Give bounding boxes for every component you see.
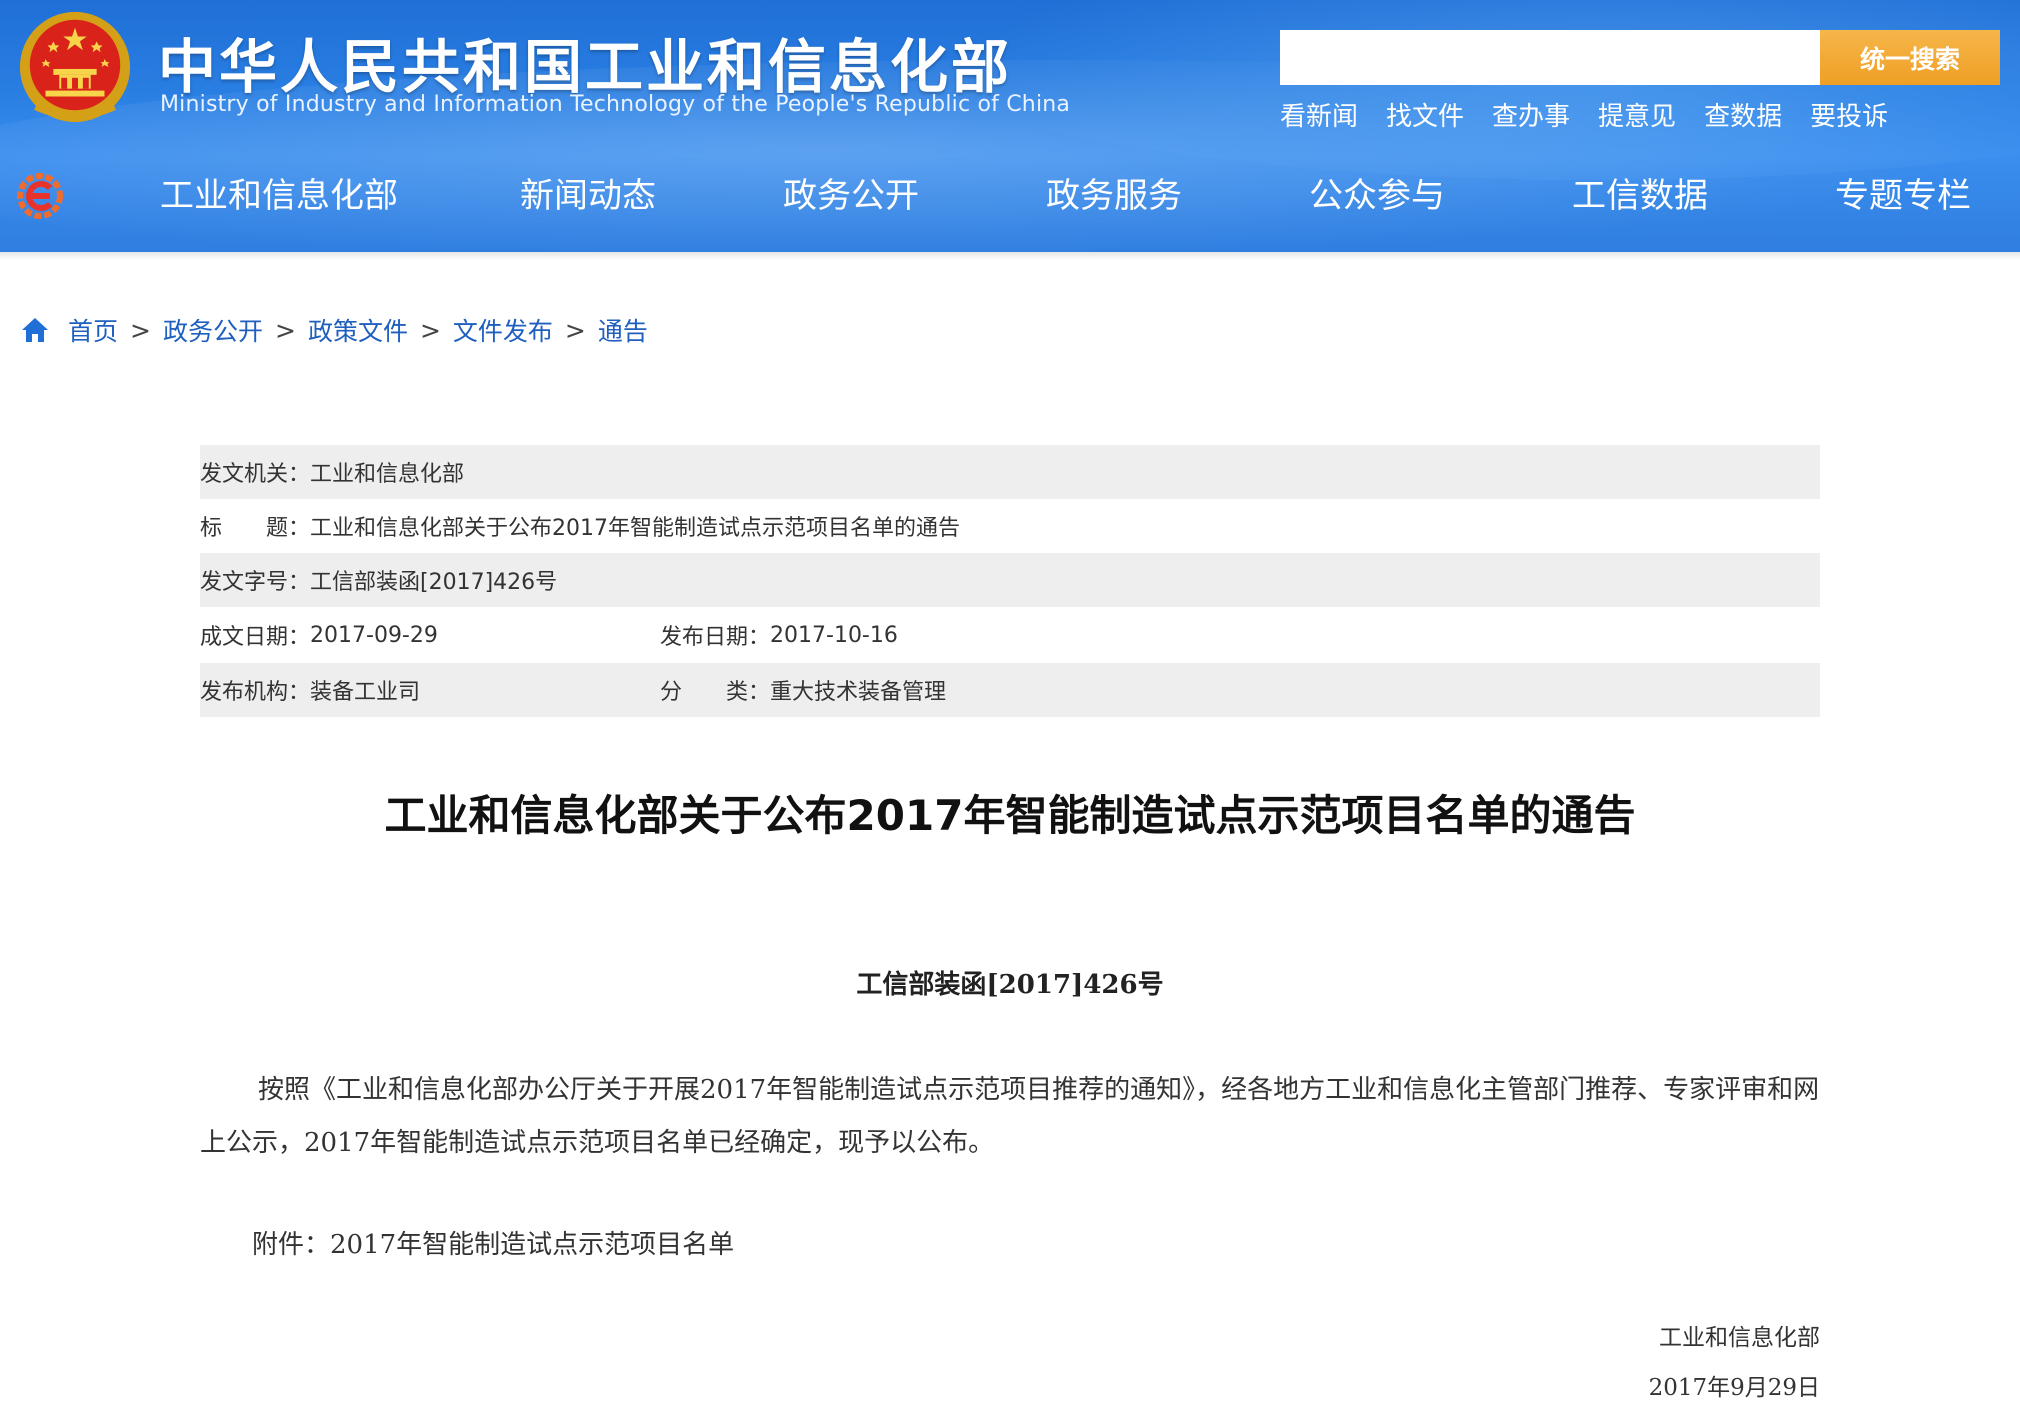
info-row-doc-number: 发文字号： 工信部装函[2017]426号 [200,553,1820,607]
document-signature: 工业和信息化部 [1659,1325,1820,1351]
org-label: 发布机构： [200,680,311,705]
site-header: 中华人民共和国工业和信息化部 Ministry of Industry and … [0,0,2020,252]
national-emblem-icon[interactable] [16,8,134,126]
document-title: 工业和信息化部关于公布2017年智能制造试点示范项目名单的通告 [384,791,1636,840]
nav-gov-services[interactable]: 政务服务 [1046,168,1182,217]
breadcrumb-separator: > [564,315,586,345]
info-row-issuer: 发文机关： 工业和信息化部 [200,445,1820,499]
home-icon[interactable] [20,316,50,344]
site-title[interactable]: 中华人民共和国工业和信息化部 [158,20,1012,101]
breadcrumb-gov-affairs[interactable]: 政务公开 [163,312,263,348]
quick-link-data[interactable]: 查数据 [1704,96,1782,136]
breadcrumb-policy-docs[interactable]: 政策文件 [308,312,408,348]
quick-link-services[interactable]: 查办事 [1492,96,1570,136]
document-date: 2017年9月29日 [1648,1375,1820,1401]
quick-link-feedback[interactable]: 提意见 [1598,96,1676,136]
nav-gov-affairs[interactable]: 政务公开 [783,168,919,217]
doc-number-value: 工信部装函[2017]426号 [310,570,558,595]
info-row-dates: 成文日期： 2017-09-29 发布日期： 2017-10-16 [200,607,1820,663]
site-title-english[interactable]: Ministry of Industry and Information Tec… [160,92,1070,117]
breadcrumb-separator: > [274,315,296,345]
miit-logo-icon[interactable] [16,172,68,220]
breadcrumb-notice[interactable]: 通告 [598,312,648,348]
category-value: 重大技术装备管理 [770,680,947,705]
quick-link-news[interactable]: 看新闻 [1280,96,1358,136]
document-body: 按照《工业和信息化部办公厅关于开展2017年智能制造试点示范项目推荐的通知》，经… [200,1075,1820,1158]
quick-link-complaints[interactable]: 要投诉 [1810,96,1888,136]
title-label: 标 题： [200,516,311,541]
breadcrumb-separator: > [130,315,151,345]
info-row-title: 标 题： 工业和信息化部关于公布2017年智能制造试点示范项目名单的通告 [200,499,1820,553]
search-button[interactable]: 统一搜索 [1820,30,2000,85]
nav-news[interactable]: 新闻动态 [520,168,656,217]
publish-date-label: 发布日期： [660,625,771,650]
issuer-label: 发文机关： [200,462,311,487]
document-number: 工信部装函[2017]426号 [856,970,1164,1000]
document-attachment[interactable]: 附件：2017年智能制造试点示范项目名单 [252,1224,734,1261]
doc-number-label: 发文字号： [200,570,311,595]
nav-special-topics[interactable]: 专题专栏 [1835,168,1971,217]
issuer-value: 工业和信息化部 [310,462,465,487]
search-input[interactable] [1280,30,1820,85]
title-value: 工业和信息化部关于公布2017年智能制造试点示范项目名单的通告 [310,516,961,541]
breadcrumb-doc-release[interactable]: 文件发布 [453,312,553,348]
quick-link-documents[interactable]: 找文件 [1386,96,1464,136]
document-info-table: 发文机关： 工业和信息化部 标 题： 工业和信息化部关于公布2017年智能制造试… [200,445,1820,717]
breadcrumb-home[interactable]: 首页 [68,312,118,348]
quick-links: 看新闻 找文件 查办事 提意见 查数据 要投诉 [1280,96,1888,136]
main-nav: 工业和信息化部 新闻动态 政务公开 政务服务 公众参与 工信数据 专题专栏 [150,168,2000,228]
written-date-label: 成文日期： [200,625,311,650]
category-label: 分 类： [660,680,771,705]
publish-date-value: 2017-10-16 [770,622,898,648]
written-date-value: 2017-09-29 [310,622,438,648]
breadcrumb: 首页 > 政务公开 > 政策文件 > 文件发布 > 通告 [20,312,648,348]
nav-miit[interactable]: 工业和信息化部 [160,168,398,217]
org-value: 装备工业司 [310,680,421,705]
info-row-org-category: 发布机构： 装备工业司 分 类： 重大技术装备管理 [200,663,1820,717]
nav-public-participation[interactable]: 公众参与 [1309,168,1445,217]
breadcrumb-separator: > [419,315,441,345]
nav-data[interactable]: 工信数据 [1572,168,1708,217]
